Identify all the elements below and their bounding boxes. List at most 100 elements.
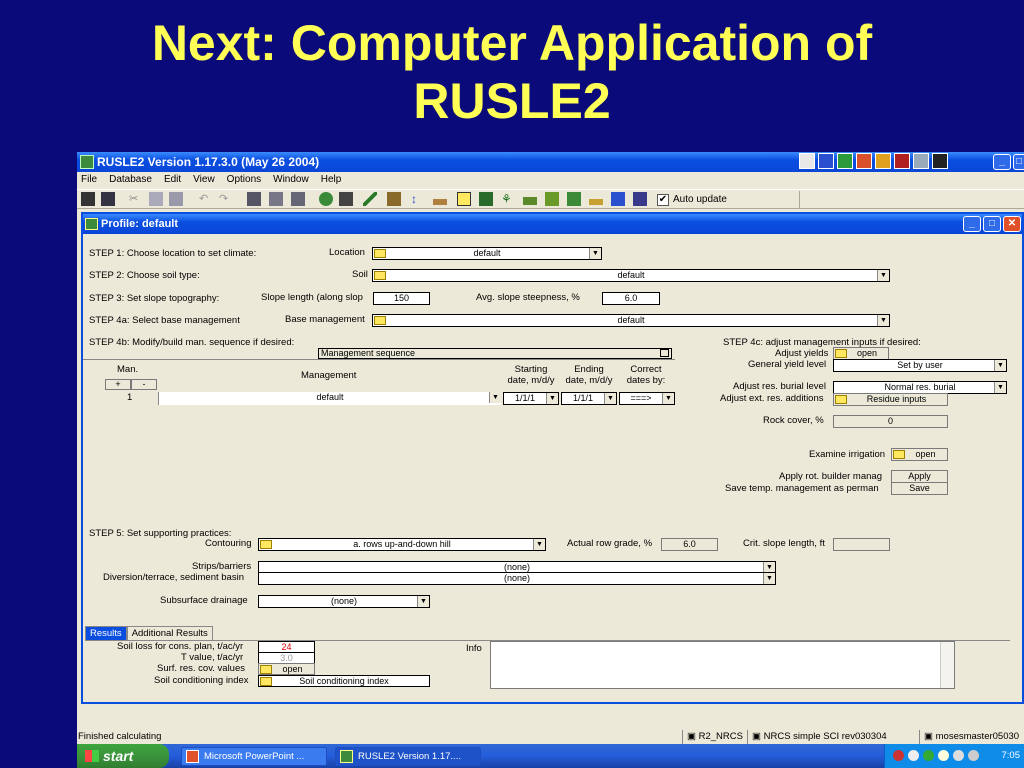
chevron-down-icon[interactable]: ▼ — [994, 360, 1006, 371]
vegetation-icon[interactable] — [479, 192, 493, 206]
profile-titlebar[interactable]: Profile: default _ □ ✕ — [83, 214, 1022, 234]
outlook-icon[interactable] — [875, 153, 891, 169]
tab-additional-results[interactable]: Additional Results — [126, 626, 213, 641]
chevron-down-icon[interactable]: ▼ — [994, 382, 1006, 393]
profile-minimize-button[interactable]: _ — [963, 216, 981, 232]
db-tool-3-icon[interactable] — [291, 192, 305, 206]
paste-icon[interactable] — [169, 192, 183, 206]
slope-length-input[interactable]: 150 — [373, 292, 430, 305]
contouring-select[interactable]: a. rows up-and-down hill ▼ — [258, 538, 546, 551]
auto-update-checkbox[interactable]: ✔ — [657, 193, 669, 206]
plant-icon[interactable]: ⚘ — [501, 192, 515, 206]
climate-icon[interactable] — [319, 192, 333, 206]
menu-edit[interactable]: Edit — [164, 172, 181, 188]
save-button[interactable]: Save — [891, 482, 948, 495]
correct-dates-select[interactable]: ===> ▼ — [619, 392, 675, 405]
menu-window[interactable]: Window — [273, 172, 309, 188]
operation-icon[interactable]: ↕ — [411, 192, 425, 206]
slope-steepness-input[interactable]: 6.0 — [602, 292, 660, 305]
start-button[interactable]: start — [77, 744, 169, 768]
profile-close-button[interactable]: ✕ — [1003, 216, 1021, 232]
taskbar-item-rusle2[interactable]: RUSLE2 Version 1.17.... — [335, 747, 481, 766]
chevron-down-icon[interactable]: ▼ — [662, 393, 674, 404]
contour-icon[interactable] — [567, 192, 581, 206]
chevron-down-icon[interactable]: ▼ — [877, 315, 889, 326]
rock-cover-input[interactable]: 0 — [833, 415, 948, 428]
tray-app-icon[interactable] — [799, 153, 815, 169]
start-date-select[interactable]: 1/1/1 ▼ — [503, 392, 559, 405]
chevron-down-icon[interactable]: ▼ — [489, 392, 501, 403]
subsurface-select[interactable]: (none) ▼ — [258, 595, 430, 608]
folder-icon[interactable] — [457, 192, 471, 206]
menu-view[interactable]: View — [193, 172, 215, 188]
surf-res-button[interactable]: open — [258, 663, 315, 675]
tray-shield-icon[interactable] — [953, 750, 964, 761]
yield-level-select[interactable]: Set by user ▼ — [833, 359, 1007, 372]
redo-icon[interactable]: ↷ — [219, 192, 233, 206]
new-icon[interactable] — [81, 192, 95, 206]
menu-help[interactable]: Help — [321, 172, 342, 188]
profile-maximize-button[interactable]: □ — [983, 216, 1001, 232]
chevron-down-icon[interactable]: ▼ — [546, 393, 558, 404]
tray-security-icon[interactable] — [923, 750, 934, 761]
crop-icon[interactable] — [523, 197, 537, 205]
terrace-icon[interactable] — [589, 199, 603, 205]
crit-slope-input[interactable] — [833, 538, 890, 551]
info-scrollbar[interactable] — [940, 642, 954, 688]
base-management-select[interactable]: default ▼ — [372, 314, 890, 327]
chevron-down-icon[interactable]: ▼ — [604, 393, 616, 404]
tillage-icon[interactable] — [387, 192, 401, 206]
excel-icon[interactable] — [837, 153, 853, 169]
strip-icon[interactable] — [545, 192, 559, 206]
tray-settings-icon[interactable] — [968, 750, 979, 761]
sci-button[interactable]: Soil conditioning index — [258, 675, 430, 687]
table-icon[interactable] — [339, 192, 353, 206]
ppt-icon[interactable] — [856, 153, 872, 169]
copy-icon[interactable] — [149, 192, 163, 206]
add-row-button[interactable]: + — [105, 379, 131, 390]
slope-icon[interactable] — [363, 192, 377, 206]
remove-row-button[interactable]: - — [131, 379, 157, 390]
chevron-down-icon[interactable]: ▼ — [763, 573, 775, 584]
window-titlebar[interactable]: RUSLE2 Version 1.17.3.0 (May 26 2004) _ … — [77, 152, 1024, 172]
location-select[interactable]: default ▼ — [372, 247, 602, 260]
chevron-down-icon[interactable]: ▼ — [533, 539, 545, 550]
word-icon[interactable] — [818, 153, 834, 169]
diversion-select[interactable]: (none) ▼ — [258, 572, 776, 585]
residue-inputs-button[interactable]: Residue inputs — [833, 393, 948, 406]
chevron-down-icon[interactable]: ▼ — [417, 596, 429, 607]
access-icon[interactable] — [894, 153, 910, 169]
end-date-select[interactable]: 1/1/1 ▼ — [561, 392, 617, 405]
auto-update-toggle[interactable]: ✔ Auto update — [657, 192, 727, 207]
info-textarea[interactable] — [490, 641, 955, 689]
tray-update-icon[interactable] — [938, 750, 949, 761]
monitor-icon[interactable] — [932, 153, 948, 169]
menu-file[interactable]: File — [81, 172, 97, 188]
menu-options[interactable]: Options — [227, 172, 261, 188]
taskbar-item-powerpoint[interactable]: Microsoft PowerPoint ... — [181, 747, 327, 766]
tab-results[interactable]: Results — [85, 626, 127, 641]
irrigation-button[interactable]: open — [891, 448, 948, 461]
tray-network-icon[interactable] — [893, 750, 904, 761]
maximize-button[interactable]: □ — [1013, 154, 1024, 170]
collapse-icon[interactable] — [660, 349, 669, 357]
cut-icon[interactable]: ✂ — [129, 192, 143, 206]
soil-select[interactable]: default ▼ — [372, 269, 890, 282]
save-icon[interactable] — [101, 192, 115, 206]
tray-volume-icon[interactable] — [908, 750, 919, 761]
minimize-button[interactable]: _ — [993, 154, 1011, 170]
menu-database[interactable]: Database — [109, 172, 152, 188]
chevron-down-icon[interactable]: ▼ — [877, 270, 889, 281]
management-row-select[interactable]: default ▼ — [158, 392, 501, 405]
residue-icon[interactable] — [433, 199, 447, 205]
row-grade-input[interactable]: 6.0 — [661, 538, 718, 551]
chevron-down-icon[interactable]: ▼ — [589, 248, 601, 259]
db-tool-2-icon[interactable] — [269, 192, 283, 206]
rot-builder-label: Apply rot. builder manag — [779, 471, 882, 482]
db-tool-1-icon[interactable] — [247, 192, 261, 206]
undo-icon[interactable]: ↶ — [199, 192, 213, 206]
report-icon[interactable] — [633, 192, 647, 206]
end-date-value: 1/1/1 — [572, 393, 594, 403]
drainage-icon[interactable] — [611, 192, 625, 206]
tool-icon[interactable] — [913, 153, 929, 169]
